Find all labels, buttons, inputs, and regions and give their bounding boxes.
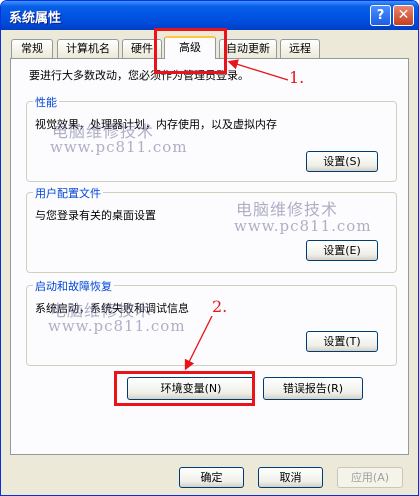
arrow-to-env-button [184, 315, 213, 371]
arrow-to-advanced-tab [227, 59, 289, 81]
annotation-arrows [184, 59, 289, 371]
